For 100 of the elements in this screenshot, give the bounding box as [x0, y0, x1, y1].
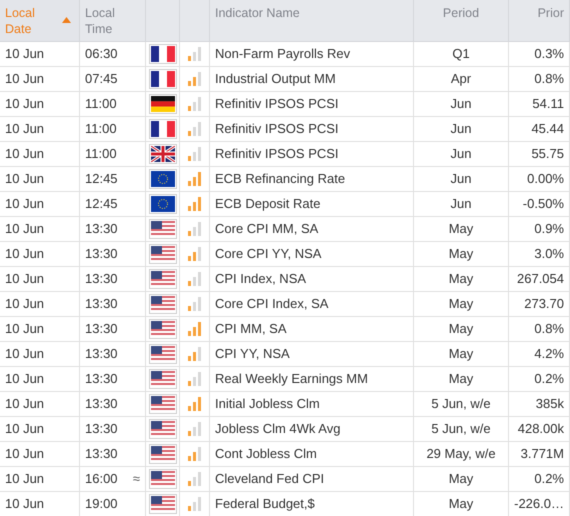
period-cell-text: May — [448, 345, 474, 364]
date-cell-text: 10 Jun — [5, 145, 44, 164]
column-header[interactable]: Period — [442, 5, 480, 21]
prior-cell-text: 0.00% — [527, 170, 564, 188]
date-cell-text: 10 Jun — [5, 120, 44, 138]
column-header[interactable]: Prior — [538, 5, 564, 21]
date-cell-text: 10 Jun — [5, 370, 44, 388]
flag-icon — [148, 169, 176, 189]
prior-cell-text: 273.70 — [524, 295, 564, 314]
period-cell-text: May — [448, 220, 474, 238]
time-cell-text: 13:30 — [85, 370, 118, 388]
period-cell-text: Jun — [450, 170, 472, 188]
indicator-name: CPI YY, NSA — [215, 345, 290, 364]
prior-cell-text: 4.2% — [534, 345, 564, 364]
indicator-name: CPI MM, SA — [215, 320, 287, 338]
indicator-name: Industrial Output MM — [215, 70, 336, 88]
indicator-name: Refinitiv IPSOS PCSI — [215, 95, 339, 114]
column-header[interactable]: Local Time — [85, 5, 125, 37]
flag-icon — [148, 444, 176, 464]
column-header[interactable]: Local Date — [5, 5, 45, 37]
indicator-name: Refinitiv IPSOS PCSI — [215, 145, 339, 164]
approx-symbol: ≈ — [132, 470, 140, 488]
time-cell-text: 13:30 — [85, 345, 118, 364]
prior-cell-text: 0.8% — [534, 70, 564, 88]
period-cell-text: May — [448, 320, 474, 338]
date-cell-text: 10 Jun — [5, 45, 44, 64]
date-cell-text: 10 Jun — [5, 495, 44, 514]
time-cell-text: 07:45 — [85, 70, 118, 88]
prior-cell-text: 0.2% — [534, 470, 564, 488]
period-cell-text: Jun — [450, 195, 472, 214]
indicator-name: Cont Jobless Clm — [215, 445, 317, 464]
time-cell-text: 13:30 — [85, 295, 118, 314]
column-header[interactable]: Indicator Name — [215, 5, 300, 21]
flag-icon — [148, 294, 176, 314]
sort-arrow-icon — [62, 17, 71, 23]
prior-cell-text: 3.771M — [520, 445, 564, 464]
indicator-name: Refinitiv IPSOS PCSI — [215, 120, 339, 138]
flag-icon — [148, 369, 176, 389]
prior-cell-text: 428.00k — [518, 420, 564, 438]
period-cell-text: Apr — [450, 70, 472, 88]
period-cell-text: May — [448, 470, 474, 488]
indicator-name: Core CPI Index, SA — [215, 295, 328, 314]
time-cell-text: 16:00 — [85, 470, 118, 488]
prior-cell-text: 0.8% — [534, 320, 564, 338]
prior-cell-text: 267.054 — [517, 270, 564, 288]
flag-icon — [148, 94, 176, 114]
period-cell-text: Jun — [450, 145, 472, 164]
flag-icon — [148, 494, 176, 514]
flag-icon — [148, 44, 176, 64]
indicator-name: ECB Refinancing Rate — [215, 170, 346, 188]
prior-cell-text: -226.0… — [514, 495, 564, 514]
indicator-name: Initial Jobless Clm — [215, 395, 320, 414]
time-cell-text: 11:00 — [85, 95, 117, 114]
period-cell-text: May — [448, 495, 474, 514]
date-cell-text: 10 Jun — [5, 420, 44, 438]
period-cell-text: May — [448, 370, 474, 388]
period-cell-text: Jun — [450, 120, 472, 138]
time-cell-text: 13:30 — [85, 245, 118, 264]
prior-cell-text: 54.11 — [532, 95, 564, 114]
prior-cell-text: 0.3% — [534, 45, 564, 64]
period-cell-text: May — [448, 295, 474, 314]
time-cell-text: 12:45 — [85, 195, 118, 214]
prior-cell-text: 3.0% — [534, 245, 564, 264]
prior-cell-text: 55.75 — [531, 145, 564, 164]
time-cell-text: 13:30 — [85, 395, 118, 414]
indicator-name: Cleveland Fed CPI — [215, 470, 324, 488]
time-cell-text: 13:30 — [85, 220, 118, 238]
prior-cell-text: 385k — [536, 395, 564, 414]
period-cell-text: 29 May, w/e — [426, 445, 496, 464]
time-cell-text: 11:00 — [85, 145, 117, 164]
flag-icon — [148, 194, 176, 214]
date-cell-text: 10 Jun — [5, 220, 44, 238]
date-cell-text: 10 Jun — [5, 245, 44, 264]
period-cell-text: 5 Jun, w/e — [431, 420, 491, 438]
prior-cell-text: -0.50% — [522, 195, 564, 214]
indicator-name: Real Weekly Earnings MM — [215, 370, 368, 388]
flag-icon — [148, 119, 176, 139]
date-cell-text: 10 Jun — [5, 170, 44, 188]
prior-cell-text: 0.2% — [534, 370, 564, 388]
indicator-name: CPI Index, NSA — [215, 270, 306, 288]
date-cell-text: 10 Jun — [5, 270, 44, 288]
time-cell-text: 13:30 — [85, 270, 118, 288]
period-cell-text: 5 Jun, w/e — [431, 395, 491, 414]
flag-icon — [148, 269, 176, 289]
date-cell-text: 10 Jun — [5, 70, 44, 88]
flag-icon — [148, 244, 176, 264]
flag-icon — [148, 69, 176, 89]
period-cell-text: May — [448, 245, 474, 264]
date-cell-text: 10 Jun — [5, 445, 44, 464]
period-cell-text: Q1 — [452, 45, 470, 64]
indicator-name: Core CPI MM, SA — [215, 220, 318, 238]
flag-icon — [148, 394, 176, 414]
date-cell-text: 10 Jun — [5, 295, 44, 314]
date-cell-text: 10 Jun — [5, 470, 44, 488]
flag-icon — [148, 219, 176, 239]
period-cell-text: May — [448, 270, 474, 288]
time-cell-text: 13:30 — [85, 445, 118, 464]
time-cell-text: 13:30 — [85, 320, 118, 338]
time-cell-text: 06:30 — [85, 45, 118, 64]
date-cell-text: 10 Jun — [5, 320, 44, 338]
